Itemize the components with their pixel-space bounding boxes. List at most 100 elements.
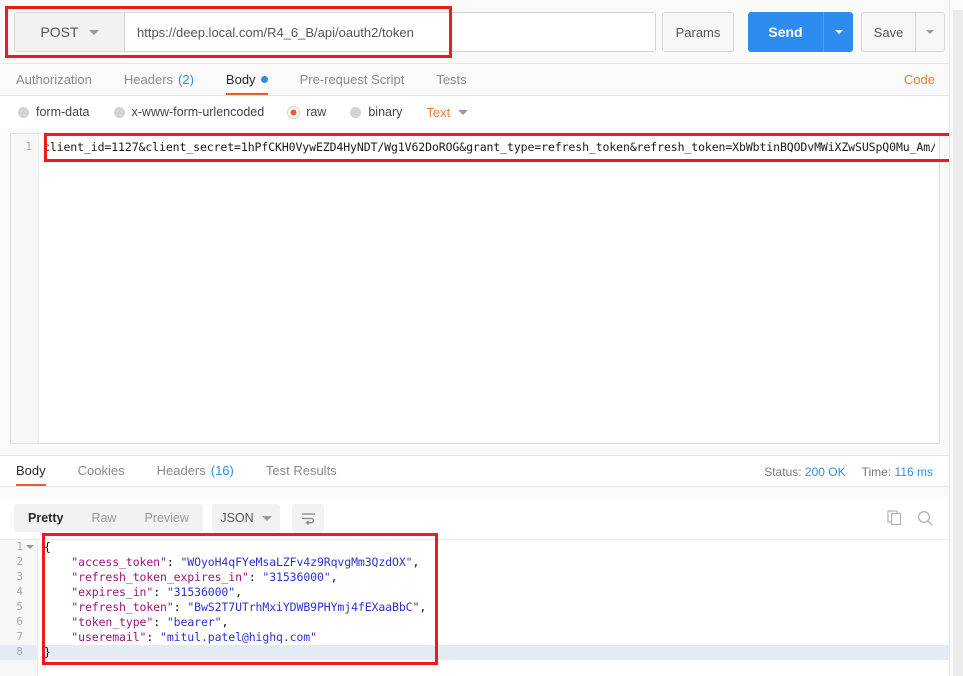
radio-selected-icon — [288, 107, 299, 118]
time-badge: Time: 116 ms — [862, 465, 933, 479]
radio-label: x-www-form-urlencoded — [132, 105, 265, 119]
radio-icon — [350, 107, 361, 118]
view-mode-label: Pretty — [28, 511, 63, 525]
tab-label: Headers — [157, 463, 206, 478]
http-method-dropdown[interactable]: POST — [15, 13, 125, 51]
word-wrap-icon — [301, 512, 316, 525]
code-line: "token_type": "bearer", — [44, 615, 949, 630]
code-line: "access_token": "WOyoH4qFYeMsaLZFv4z9Rqv… — [44, 555, 949, 570]
line-number: 5 — [16, 600, 23, 613]
radio-icon — [18, 107, 29, 118]
response-format-label: JSON — [220, 511, 253, 525]
http-method-label: POST — [40, 24, 78, 40]
time-value: 116 ms — [895, 465, 933, 479]
url-text: https://deep.local.com/R4_6_B/api/oauth2… — [137, 25, 414, 40]
tab-tests[interactable]: Tests — [420, 63, 482, 95]
radio-label: binary — [368, 105, 402, 119]
code-line: { — [44, 540, 949, 555]
fold-triangle-icon[interactable] — [26, 545, 34, 549]
tab-body[interactable]: Body — [210, 63, 284, 95]
params-label: Params — [676, 25, 721, 40]
line-number: 3 — [16, 570, 23, 583]
radio-form-data[interactable]: form-data — [18, 105, 90, 119]
raw-format-label: Text — [426, 105, 450, 120]
save-options-button[interactable] — [915, 12, 945, 52]
response-toolbar: Pretty Raw Preview JSON — [0, 497, 949, 539]
tab-label: Pre-request Script — [300, 72, 405, 87]
send-label: Send — [768, 24, 802, 40]
body-indicator-dot-icon — [261, 76, 268, 83]
tab-pre-request-script[interactable]: Pre-request Script — [284, 63, 421, 95]
body-type-row: form-data x-www-form-urlencoded raw bina… — [0, 96, 949, 128]
send-button-group: Send — [748, 12, 853, 52]
request-body-editor[interactable]: 1 client_id=1127&client_secret=1hPfCKH0V… — [10, 133, 940, 444]
response-tab-body[interactable]: Body — [0, 454, 62, 486]
tab-label: Authorization — [16, 72, 92, 87]
vertical-scrollbar[interactable] — [953, 10, 963, 676]
response-tab-cookies[interactable]: Cookies — [62, 454, 141, 486]
response-tabs: Body Cookies Headers (16) Test Results S… — [0, 455, 949, 487]
word-wrap-button[interactable] — [292, 504, 324, 532]
response-code-lines: { "access_token": "WOyoH4qFYeMsaLZFv4z9R… — [44, 540, 949, 660]
headers-count: (2) — [178, 72, 194, 87]
line-number: 1 — [11, 140, 32, 153]
save-label: Save — [874, 25, 904, 40]
response-tab-test-results[interactable]: Test Results — [250, 454, 353, 486]
send-options-button[interactable] — [823, 12, 853, 52]
postman-window: POST https://deep.local.com/R4_6_B/api/o… — [0, 0, 963, 676]
right-panel-edge — [949, 0, 963, 676]
chevron-down-icon — [926, 30, 934, 34]
request-body-text-wrapper: client_id=1127&client_secret=1hPfCKH0Vyw… — [43, 140, 935, 154]
save-button[interactable]: Save — [861, 12, 915, 52]
chevron-down-icon — [89, 30, 99, 35]
radio-x-www-form-urlencoded[interactable]: x-www-form-urlencoded — [114, 105, 265, 119]
tab-label: Tests — [436, 72, 466, 87]
radio-label: form-data — [36, 105, 90, 119]
copy-button[interactable] — [884, 507, 906, 529]
response-format-dropdown[interactable]: JSON — [212, 504, 280, 532]
search-button[interactable] — [914, 507, 936, 529]
line-number-row: 1 — [0, 540, 37, 555]
response-meta: Status: 200 OK Time: 116 ms — [764, 465, 933, 479]
response-view-mode-group: Pretty Raw Preview — [14, 504, 203, 532]
time-label: Time: — [862, 465, 892, 479]
response-headers-count: (16) — [211, 463, 234, 478]
line-number-row: 6 — [0, 615, 37, 630]
view-mode-label: Preview — [144, 511, 188, 525]
raw-format-dropdown[interactable]: Text — [426, 105, 468, 120]
line-number: 2 — [16, 555, 23, 568]
radio-icon — [114, 107, 125, 118]
url-input[interactable]: https://deep.local.com/R4_6_B/api/oauth2… — [125, 13, 655, 51]
line-number-row: 7 — [0, 630, 37, 645]
line-number-row: 2 — [0, 555, 37, 570]
status-label: Status: — [764, 465, 801, 479]
tab-label: Headers — [124, 72, 173, 87]
code-link[interactable]: Code — [904, 72, 935, 87]
params-button[interactable]: Params — [662, 12, 734, 52]
tab-authorization[interactable]: Authorization — [0, 63, 108, 95]
line-number: 6 — [16, 615, 23, 628]
send-button[interactable]: Send — [748, 12, 823, 52]
url-bar: POST https://deep.local.com/R4_6_B/api/o… — [0, 0, 949, 64]
response-body-viewer[interactable]: 1 2 3 4 5 6 7 8 — [0, 539, 949, 676]
tab-headers[interactable]: Headers (2) — [108, 63, 210, 95]
code-line: "useremail": "mitul.patel@highq.com" — [44, 630, 949, 645]
status-value: 200 OK — [805, 465, 846, 479]
request-tabs: Authorization Headers (2) Body Pre-reque… — [0, 64, 949, 96]
search-icon — [917, 510, 934, 527]
save-button-group: Save — [861, 12, 945, 52]
line-number: 7 — [16, 630, 23, 643]
radio-binary[interactable]: binary — [350, 105, 402, 119]
view-mode-preview[interactable]: Preview — [130, 504, 202, 532]
line-number: 4 — [16, 585, 23, 598]
view-mode-pretty[interactable]: Pretty — [14, 504, 77, 532]
response-tab-headers[interactable]: Headers (16) — [141, 454, 250, 486]
request-body-text: client_id=1127&client_secret=1hPfCKH0Vyw… — [43, 140, 935, 154]
radio-raw[interactable]: raw — [288, 105, 326, 119]
tab-label: Test Results — [266, 463, 337, 478]
view-mode-raw[interactable]: Raw — [77, 504, 130, 532]
radio-label: raw — [306, 105, 326, 119]
line-number-row: 4 — [0, 585, 37, 600]
copy-icon — [887, 510, 903, 526]
line-number-row: 3 — [0, 570, 37, 585]
